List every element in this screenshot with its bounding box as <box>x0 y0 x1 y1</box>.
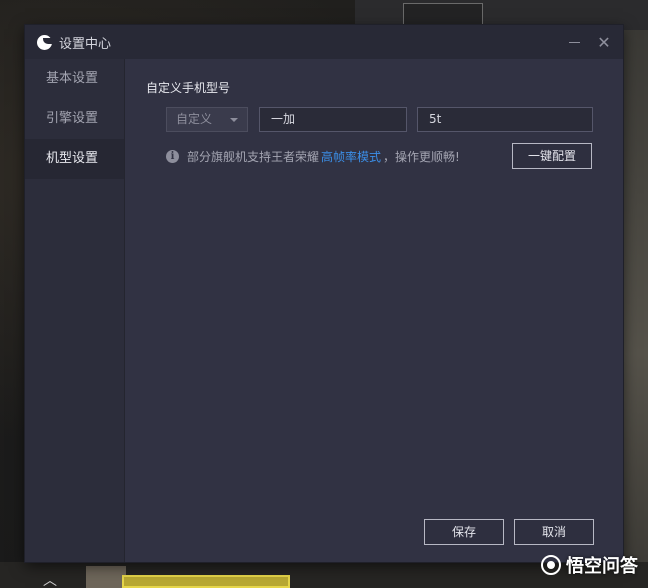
settings-window: 设置中心 ✕ 基本设置 引擎设置 机型设置 自定义手机型号 自定义 一加 5t … <box>25 25 623 562</box>
window-body: 基本设置 引擎设置 机型设置 自定义手机型号 自定义 一加 5t i 部分旗舰机… <box>25 59 623 562</box>
wukong-logo-icon <box>541 555 561 575</box>
background-strip <box>624 30 648 570</box>
background-yellow-frame <box>122 575 290 588</box>
info-notice: i 部分旗舰机支持王者荣耀 高帧率模式 ，操作更顺畅! <box>166 148 460 165</box>
sidebar-item-engine-settings[interactable]: 引擎设置 <box>25 99 124 139</box>
watermark: 悟空问答 <box>541 552 638 578</box>
chevron-down-icon <box>230 118 238 122</box>
background-image <box>86 566 126 588</box>
model-input[interactable]: 5t <box>417 107 593 132</box>
high-frame-rate-link[interactable]: 高帧率模式 <box>321 148 381 165</box>
sidebar-item-basic-settings[interactable]: 基本设置 <box>25 59 124 99</box>
watermark-text: 悟空问答 <box>566 556 638 577</box>
section-title: 自定义手机型号 <box>146 81 231 95</box>
info-text-after: ，操作更顺畅! <box>383 150 460 164</box>
brand-input[interactable]: 一加 <box>259 107 407 132</box>
one-key-config-button[interactable]: 一键配置 <box>512 143 592 169</box>
close-icon: ✕ <box>597 32 611 52</box>
minimize-button[interactable] <box>559 25 589 59</box>
device-type-select[interactable]: 自定义 <box>166 107 248 132</box>
info-text-before: 部分旗舰机支持王者荣耀 <box>187 150 320 164</box>
save-button[interactable]: 保存 <box>424 519 504 545</box>
up-arrow-icon[interactable]: ︿ <box>38 570 62 588</box>
cancel-button[interactable]: 取消 <box>514 519 594 545</box>
info-icon: i <box>166 150 179 163</box>
app-logo-icon <box>37 34 52 50</box>
minimize-icon <box>568 41 580 43</box>
device-type-select-value: 自定义 <box>176 112 213 126</box>
close-button[interactable]: ✕ <box>589 25 619 59</box>
window-title: 设置中心 <box>59 36 112 52</box>
device-settings-panel: 自定义手机型号 自定义 一加 5t i 部分旗舰机支持王者荣耀 高帧率模式 ，操… <box>125 59 623 562</box>
sidebar-item-device-settings[interactable]: 机型设置 <box>25 139 124 179</box>
sidebar: 基本设置 引擎设置 机型设置 <box>25 59 125 562</box>
title-bar[interactable]: 设置中心 ✕ <box>25 25 623 59</box>
